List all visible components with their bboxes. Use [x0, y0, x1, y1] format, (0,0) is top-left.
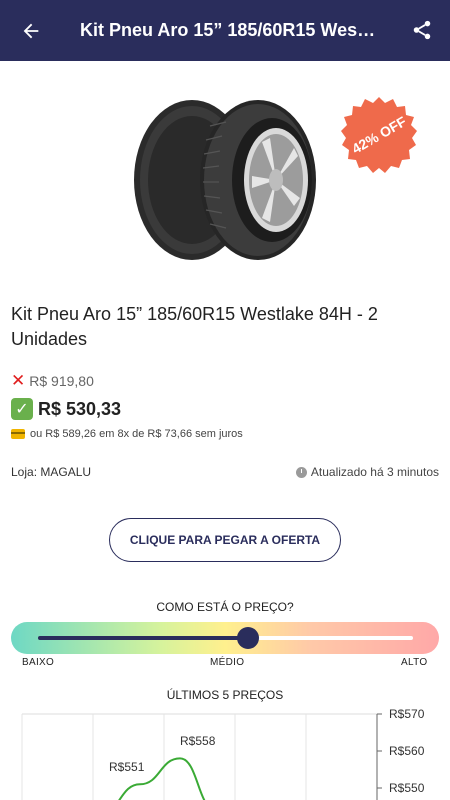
gauge-title: COMO ESTÁ O PREÇO?	[156, 600, 294, 614]
back-button[interactable]	[0, 0, 62, 61]
price-gauge-track	[248, 636, 413, 640]
y-tick-label: R$570	[389, 707, 425, 721]
price-gauge-fill	[38, 636, 248, 640]
installments-text: ou R$ 589,26 em 8x de R$ 73,66 sem juros	[30, 428, 243, 440]
gauge-label-mid: MÉDIO	[210, 657, 245, 668]
gauge-label-high: ALTO	[401, 657, 428, 668]
product-title: Kit Pneu Aro 15” 185/60R15 Westlake 84H …	[11, 304, 378, 349]
share-icon	[413, 20, 431, 40]
tires-image	[134, 100, 316, 260]
point-label: R$551	[109, 760, 145, 774]
clock-icon	[295, 466, 307, 478]
updated-label: Atualizado há 3 minutos	[295, 465, 439, 479]
price-gauge-knob	[237, 627, 259, 649]
new-price: ✓ R$ 530,33	[11, 398, 121, 420]
store-label: Loja: MAGALU	[11, 465, 92, 479]
gauge-label-low: BAIXO	[22, 657, 55, 668]
page-title: Kit Pneu Aro 15” 185/60R15 Westlake 84H …	[80, 20, 380, 40]
old-price: ✕ R$ 919,80	[11, 371, 94, 390]
arrow-left-icon	[23, 23, 39, 38]
credit-card-icon	[11, 429, 25, 439]
get-offer-button[interactable]: CLIQUE PARA PEGAR A OFERTA	[109, 518, 341, 562]
cross-mark-icon: ✕	[11, 371, 26, 390]
new-price-value: R$ 530,33	[38, 398, 122, 419]
y-tick-label: R$560	[389, 744, 425, 758]
y-tick-label: R$550	[389, 781, 425, 795]
point-label: R$558	[180, 734, 216, 748]
share-button[interactable]	[406, 14, 438, 46]
app-bar: Kit Pneu Aro 15” 185/60R15 Westlake 84H …	[0, 0, 450, 61]
installments: ou R$ 589,26 em 8x de R$ 73,66 sem juros	[11, 428, 243, 440]
old-price-value: R$ 919,80	[29, 373, 94, 389]
updated-text: Atualizado há 3 minutos	[310, 465, 439, 479]
price-history-chart: R$570 R$560 R$550 R$551 R$558	[21, 707, 425, 800]
check-mark-icon: ✓	[11, 398, 33, 420]
